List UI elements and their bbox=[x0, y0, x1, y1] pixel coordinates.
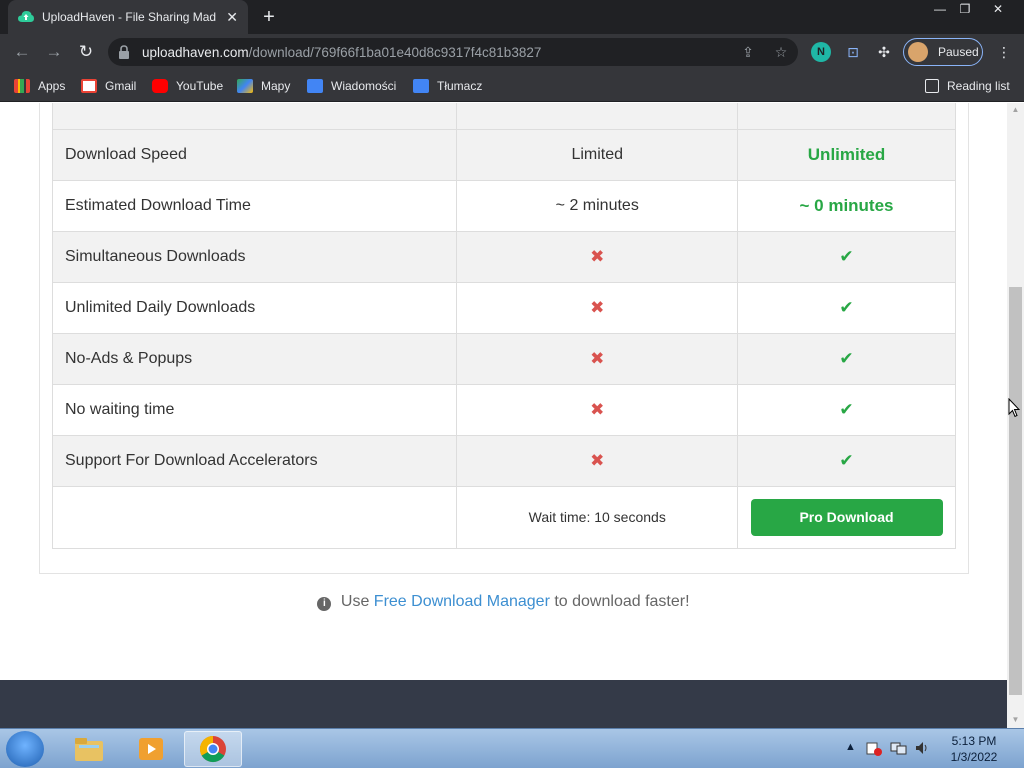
folder-icon bbox=[75, 738, 103, 761]
info-icon: i bbox=[317, 597, 332, 611]
pro-value: Unlimited bbox=[737, 129, 956, 181]
free-value: ~ 2 minutes bbox=[456, 180, 739, 232]
page-footer bbox=[0, 680, 1007, 728]
cross-icon: ✖ bbox=[456, 333, 739, 385]
reload-icon[interactable]: ↻ bbox=[74, 40, 98, 64]
youtube-icon bbox=[152, 79, 168, 93]
gmail-icon bbox=[81, 79, 97, 93]
mouse-cursor-icon bbox=[1008, 398, 1020, 418]
tab-close-icon[interactable]: ✕ bbox=[226, 9, 238, 26]
bookmark-youtube[interactable]: YouTube bbox=[152, 77, 223, 95]
chrome-taskbar-button[interactable] bbox=[184, 731, 242, 767]
share-icon[interactable]: ⇪ bbox=[740, 44, 756, 60]
table-row: Support For Download Accelerators ✖ ✔ bbox=[51, 435, 956, 487]
reading-list-icon bbox=[925, 79, 939, 93]
table-row: No waiting time ✖ ✔ bbox=[51, 384, 956, 436]
address-bar[interactable]: uploadhaven.com/download/769f66f1ba01e40… bbox=[108, 38, 798, 66]
bookmark-star-icon[interactable]: ☆ bbox=[773, 44, 789, 60]
check-icon: ✔ bbox=[737, 282, 956, 334]
pro-value: ~ 0 minutes bbox=[737, 180, 956, 232]
feature-label: Unlimited Daily Downloads bbox=[51, 282, 458, 334]
translate-icon bbox=[413, 79, 429, 93]
table-row: Download Speed Limited Unlimited bbox=[51, 129, 956, 181]
windows-taskbar: ▲ 5:13 PM 1/3/2022 bbox=[0, 728, 1024, 768]
pro-download-button[interactable]: Pro Download bbox=[750, 499, 943, 536]
free-download-manager-link[interactable]: Free Download Manager bbox=[374, 593, 550, 610]
screenshot-extension-icon[interactable]: ⊡ bbox=[845, 44, 861, 60]
url-text: uploadhaven.com/download/769f66f1ba01e40… bbox=[142, 44, 542, 60]
scrollbar-thumb[interactable] bbox=[1009, 287, 1022, 695]
maps-icon bbox=[237, 79, 253, 93]
extensions-puzzle-icon[interactable]: ✣ bbox=[876, 44, 892, 60]
extension-n-icon[interactable]: N bbox=[811, 42, 831, 62]
show-hidden-icons[interactable]: ▲ bbox=[845, 741, 856, 781]
bookmark-wiadomosci[interactable]: Wiadomości bbox=[307, 77, 396, 95]
back-icon[interactable]: ← bbox=[10, 40, 34, 64]
media-player-taskbar-button[interactable] bbox=[122, 731, 180, 767]
start-button[interactable] bbox=[6, 731, 44, 767]
apps-grid-icon bbox=[14, 79, 30, 93]
new-tab-button[interactable]: + bbox=[258, 6, 280, 28]
bookmark-tlumacz[interactable]: Tłumacz bbox=[413, 77, 482, 95]
check-icon: ✔ bbox=[737, 435, 956, 487]
scroll-up-icon[interactable]: ▲ bbox=[1007, 103, 1024, 117]
menu-kebab-icon[interactable]: ⋮ bbox=[996, 44, 1012, 60]
cross-icon: ✖ bbox=[456, 384, 739, 436]
volume-icon[interactable] bbox=[914, 740, 930, 780]
bookmark-apps[interactable]: Apps bbox=[14, 77, 65, 95]
profile-status: Paused bbox=[938, 45, 979, 59]
bookmark-gmail[interactable]: Gmail bbox=[81, 77, 136, 95]
table-row: Simultaneous Downloads ✖ ✔ bbox=[51, 231, 956, 283]
explorer-taskbar-button[interactable] bbox=[60, 731, 118, 767]
browser-toolbar: ← → ↻ uploadhaven.com/download/769f66f1b… bbox=[0, 34, 1024, 70]
minimize-icon[interactable]: — bbox=[928, 0, 952, 18]
tab-title: UploadHaven - File Sharing Mad bbox=[42, 10, 217, 24]
profile-button[interactable]: Paused bbox=[903, 38, 983, 66]
media-player-icon bbox=[139, 738, 163, 760]
check-icon: ✔ bbox=[737, 333, 956, 385]
reading-list-button[interactable]: Reading list bbox=[925, 77, 1010, 95]
bookmark-mapy[interactable]: Mapy bbox=[237, 77, 290, 95]
page-viewport: Download Speed Limited Unlimited Estimat… bbox=[0, 103, 1007, 728]
action-center-icon[interactable] bbox=[866, 740, 882, 780]
comparison-table: Download Speed Limited Unlimited Estimat… bbox=[51, 103, 956, 549]
uploadhaven-favicon-icon bbox=[18, 9, 34, 25]
feature-label: No-Ads & Popups bbox=[51, 333, 458, 385]
table-row: Wait time: 10 seconds Pro Download bbox=[51, 486, 956, 549]
feature-label: Estimated Download Time bbox=[51, 180, 458, 232]
network-icon[interactable] bbox=[890, 740, 908, 780]
check-icon: ✔ bbox=[737, 231, 956, 283]
restore-icon[interactable]: ❐ bbox=[953, 0, 977, 18]
feature-label: No waiting time bbox=[51, 384, 458, 436]
check-icon: ✔ bbox=[737, 384, 956, 436]
tab-strip: UploadHaven - File Sharing Mad ✕ + — ❐ ✕ bbox=[0, 0, 1024, 34]
bookmarks-bar: Apps Gmail YouTube Mapy Wiadomości Tłuma… bbox=[0, 70, 1024, 102]
table-row: Unlimited Daily Downloads ✖ ✔ bbox=[51, 282, 956, 334]
free-value: Limited bbox=[456, 129, 739, 181]
feature-label: Download Speed bbox=[51, 129, 458, 181]
feature-label: Support For Download Accelerators bbox=[51, 435, 458, 487]
browser-tab[interactable]: UploadHaven - File Sharing Mad ✕ bbox=[8, 0, 248, 34]
lock-icon bbox=[118, 45, 132, 59]
chrome-icon bbox=[199, 735, 226, 763]
wait-time-text: Wait time: 10 seconds bbox=[528, 508, 666, 525]
system-clock[interactable]: 5:13 PM 1/3/2022 bbox=[944, 733, 1004, 765]
avatar bbox=[908, 42, 928, 62]
forward-icon[interactable]: → bbox=[42, 40, 66, 64]
close-window-icon[interactable]: ✕ bbox=[986, 0, 1010, 18]
clock-time: 5:13 PM bbox=[951, 734, 997, 748]
table-row bbox=[51, 103, 956, 130]
table-row: Estimated Download Time ~ 2 minutes ~ 0 … bbox=[51, 180, 956, 232]
download-manager-tip: i Use Free Download Manager to download … bbox=[0, 593, 1007, 611]
clock-date: 1/3/2022 bbox=[950, 750, 998, 764]
cross-icon: ✖ bbox=[456, 282, 739, 334]
cross-icon: ✖ bbox=[456, 231, 739, 283]
scroll-down-icon[interactable]: ▼ bbox=[1007, 713, 1024, 727]
cross-icon: ✖ bbox=[456, 435, 739, 487]
table-row: No-Ads & Popups ✖ ✔ bbox=[51, 333, 956, 385]
feature-label: Simultaneous Downloads bbox=[51, 231, 458, 283]
news-icon bbox=[307, 79, 323, 93]
